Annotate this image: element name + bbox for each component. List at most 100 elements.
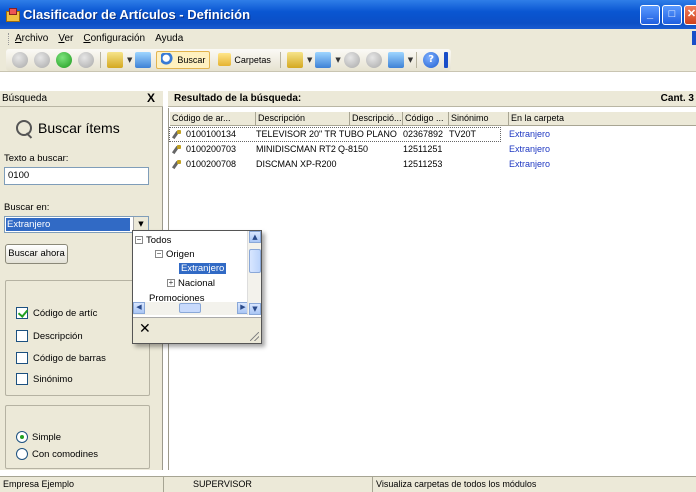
toolbar-strip: ▼ Buscar Carpetas ▼ ▼ ▼ ?	[6, 48, 452, 71]
checkbox-sinonimo-box[interactable]	[16, 373, 28, 385]
scroll-thumb[interactable]	[179, 303, 201, 313]
resize-grip-icon[interactable]	[250, 332, 259, 341]
radio-con-comodines[interactable]: Con comodines	[16, 448, 98, 460]
grid-icon[interactable]	[286, 51, 303, 68]
checkbox-codigo-box[interactable]	[16, 307, 28, 319]
status-company: Empresa Ejemplo	[0, 477, 164, 492]
toolbar-separator	[279, 51, 281, 68]
results-header: Resultado de la búsqueda: Cant. 3	[168, 91, 696, 107]
scroll-up-icon[interactable]: ▲	[249, 231, 261, 243]
table-row[interactable]: 0100100134 TELEVISOR 20" TR TUBO PLANO 0…	[169, 127, 501, 142]
table-row[interactable]: 0100200703 MINIDISCMAN RT2 Q-8150 125112…	[170, 143, 500, 156]
tree-node-origen[interactable]: − Origen	[155, 249, 195, 260]
checkbox-codigo-barras[interactable]: Código de barras	[16, 352, 106, 364]
chevron-down-icon[interactable]: ▼	[127, 56, 132, 64]
column-header-carpeta[interactable]: En la carpeta	[509, 112, 696, 126]
menu-archivo[interactable]: Archivo	[15, 33, 48, 44]
search-text-input[interactable]: 0100	[4, 167, 149, 185]
tree-horizontal-scrollbar[interactable]: ◀ ▶	[133, 302, 249, 315]
menu-configuracion[interactable]: Configuración	[83, 33, 145, 44]
search-pane-title: Búsqueda	[2, 93, 48, 104]
chevron-down-icon[interactable]: ▼	[307, 56, 312, 64]
app-icon	[5, 7, 20, 22]
checkbox-sinonimo[interactable]: Sinónimo	[16, 373, 73, 385]
folder-link[interactable]: Extranjero	[509, 143, 550, 156]
status-bar: Empresa Ejemplo SUPERVISOR Visualiza car…	[0, 476, 696, 492]
column-header-codigo2[interactable]: Código ...	[403, 112, 449, 126]
tree-node-nacional[interactable]: + Nacional	[167, 278, 215, 289]
item-icon	[172, 160, 182, 170]
menu-grip	[8, 32, 11, 45]
toolbar-separator	[416, 51, 418, 68]
menu-ayuda[interactable]: Ayuda	[155, 33, 183, 44]
checkbox-codigo-barras-box[interactable]	[16, 352, 28, 364]
search-in-value: Extranjero	[6, 218, 130, 231]
menu-bar-end	[692, 31, 696, 45]
tree-vertical-scrollbar[interactable]: ▲ ▼	[247, 231, 261, 315]
radio-simple[interactable]: Simple	[16, 431, 61, 443]
carpetas-button[interactable]: Carpetas	[214, 51, 275, 69]
expand-icon[interactable]: +	[167, 279, 175, 288]
radio-con-comodines-dot[interactable]	[16, 448, 28, 460]
chevron-down-icon[interactable]: ▼	[335, 56, 340, 64]
maximize-button[interactable]: □	[662, 5, 682, 25]
column-header-codigo[interactable]: Código de ar...	[170, 112, 256, 126]
magnifier-icon	[16, 120, 32, 136]
tree-node-extranjero[interactable]: Extranjero	[179, 263, 227, 274]
folder-tree-popup: − Todos − Origen Extranjero + Nacional Prom…	[132, 230, 262, 344]
tree-icon[interactable]	[365, 51, 382, 68]
search-in-label: Buscar en:	[4, 202, 50, 213]
search-title: Buscar ítems	[16, 120, 120, 136]
tree-node-todos[interactable]: − Todos	[135, 235, 171, 246]
close-window-button[interactable]: ✕	[684, 5, 696, 25]
window-title: Clasificador de Artículos - Definición	[23, 7, 251, 22]
checkbox-codigo[interactable]: Código de artíc	[16, 307, 97, 319]
chevron-down-icon[interactable]: ▼	[408, 56, 413, 64]
search-icon	[161, 53, 175, 66]
new-item-icon[interactable]	[107, 51, 123, 68]
table-row[interactable]: 0100200708 DISCMAN XP-R200 12511253	[170, 158, 500, 171]
title-bar[interactable]: Clasificador de Artículos - Definición _…	[0, 0, 696, 29]
collapse-icon[interactable]: −	[135, 236, 143, 245]
column-header-descripcion[interactable]: Descripción	[256, 112, 350, 126]
checkbox-descripcion[interactable]: Descripción	[16, 330, 83, 342]
text-to-search-label: Texto a buscar:	[4, 153, 69, 164]
checkbox-descripcion-box[interactable]	[16, 330, 28, 342]
filter-icon[interactable]	[343, 51, 360, 68]
forward-icon[interactable]	[34, 51, 50, 68]
stop-icon[interactable]	[78, 51, 94, 68]
view-icon[interactable]	[387, 51, 404, 68]
scroll-thumb[interactable]	[249, 249, 261, 273]
folder-link[interactable]: Extranjero	[509, 158, 550, 171]
search-now-button[interactable]: Buscar ahora	[5, 244, 68, 264]
function-icon[interactable]	[315, 51, 332, 68]
toolbar-overflow[interactable]	[444, 51, 449, 68]
radio-simple-dot[interactable]	[16, 431, 28, 443]
refresh-icon[interactable]	[56, 51, 72, 68]
toolbar-separator	[100, 51, 101, 68]
column-header-descripcion2[interactable]: Descripció...	[350, 112, 403, 126]
back-icon[interactable]	[12, 51, 28, 68]
results-count: Cant. 3	[660, 93, 694, 104]
collapse-icon[interactable]: −	[155, 250, 163, 259]
close-popup-button[interactable]: ✕	[139, 321, 151, 337]
folder-tree: − Todos − Origen Extranjero + Nacional Prom…	[133, 231, 249, 315]
minimize-button[interactable]: _	[640, 5, 660, 25]
folder-link[interactable]: Extranjero	[509, 128, 550, 141]
column-header-sinonimo[interactable]: Sinónimo	[449, 112, 509, 126]
search-pane-header: Búsqueda X	[0, 91, 163, 107]
toolbar: ▼ Buscar Carpetas ▼ ▼ ▼ ?	[0, 48, 696, 72]
item-icon	[172, 130, 182, 140]
folder-icon	[218, 53, 232, 66]
close-pane-button[interactable]: X	[147, 91, 155, 106]
scroll-left-icon[interactable]: ◀	[133, 302, 145, 314]
search-in-select[interactable]: Extranjero ▼	[4, 216, 149, 233]
scroll-down-icon[interactable]: ▼	[249, 303, 261, 315]
buscar-button[interactable]: Buscar	[156, 50, 211, 69]
status-user: SUPERVISOR	[190, 477, 373, 492]
find-icon[interactable]	[135, 51, 152, 68]
help-icon[interactable]: ?	[423, 51, 440, 68]
search-title-text: Buscar ítems	[38, 120, 120, 136]
status-message: Visualiza carpetas de todos los módulos	[376, 479, 537, 489]
menu-ver[interactable]: Ver	[58, 33, 73, 44]
